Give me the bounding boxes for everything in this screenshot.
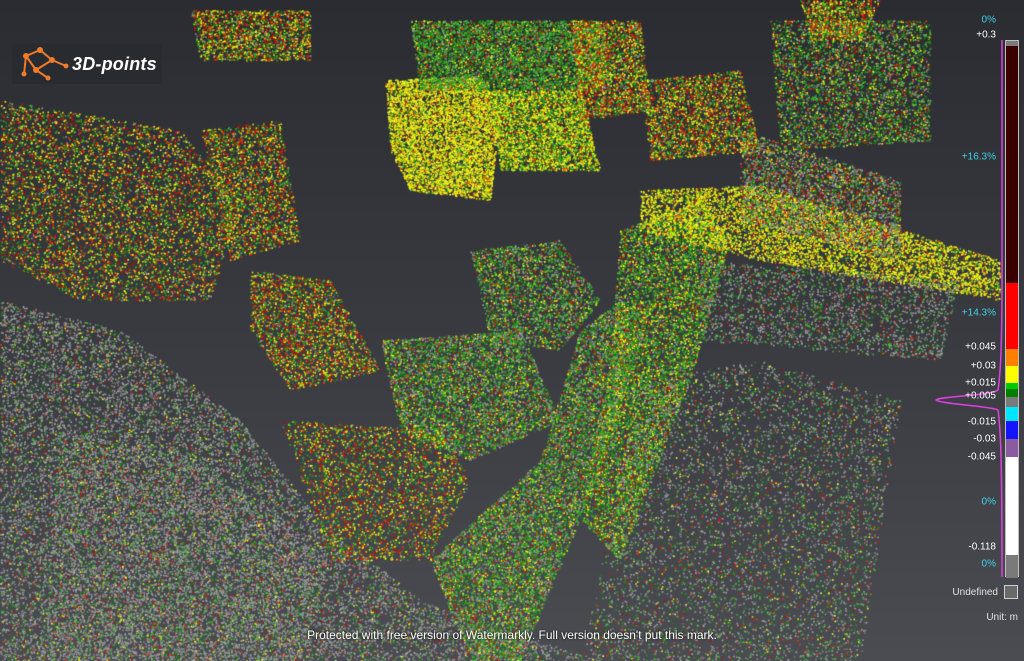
scale-segment-cyan [1006,407,1018,421]
scale-value-neg0045: -0.045 [967,451,996,463]
scale-value-neg0015: -0.015 [967,416,996,428]
scale-pct-mid2: +14.3% [961,307,996,319]
undefined-swatch [1004,585,1018,599]
scale-segment-purple [1006,439,1018,457]
scale-pct-top: 0% [981,14,996,26]
scale-pct-bottom: 0% [981,558,996,570]
scale-segment-blue [1006,421,1018,439]
watermark-text: Protected with free version of Watermark… [307,628,717,642]
scale-segment-dark-green [1006,389,1018,397]
scale-value-0005: +0.005 [965,390,996,402]
point-cloud-canvas[interactable] [0,0,1024,661]
scale-segment-white [1006,457,1018,555]
logo-text: 3D-points [72,53,157,74]
color-scale-bar [1005,40,1019,578]
scale-segment-red [1006,283,1018,349]
undefined-legend: Undefined [952,585,1018,599]
logo: 3D-points [12,44,162,84]
scale-pct-low: 0% [981,496,996,508]
scale-segment-dark-red [1006,46,1018,283]
scale-segment-yellow [1006,366,1018,383]
scale-segment-gray-mid [1006,397,1018,407]
scale-value-0015: +0.015 [965,377,996,389]
scale-segment-gray-bottom [1006,555,1018,578]
scale-pct-mid1: +16.3% [961,151,996,163]
scale-max-value: +0.3 [976,29,996,41]
network-logo-icon [21,47,69,81]
scale-segment-orange [1006,349,1018,366]
scale-min-value: -0.118 [968,541,996,553]
point-cloud-viewport[interactable] [0,0,1024,661]
undefined-label: Undefined [952,586,998,598]
scale-value-003: +0.03 [970,360,996,372]
scale-value-neg003: -0.03 [973,433,996,445]
scale-value-0045: +0.045 [965,341,996,353]
unit-label: Unit: m [986,612,1018,623]
